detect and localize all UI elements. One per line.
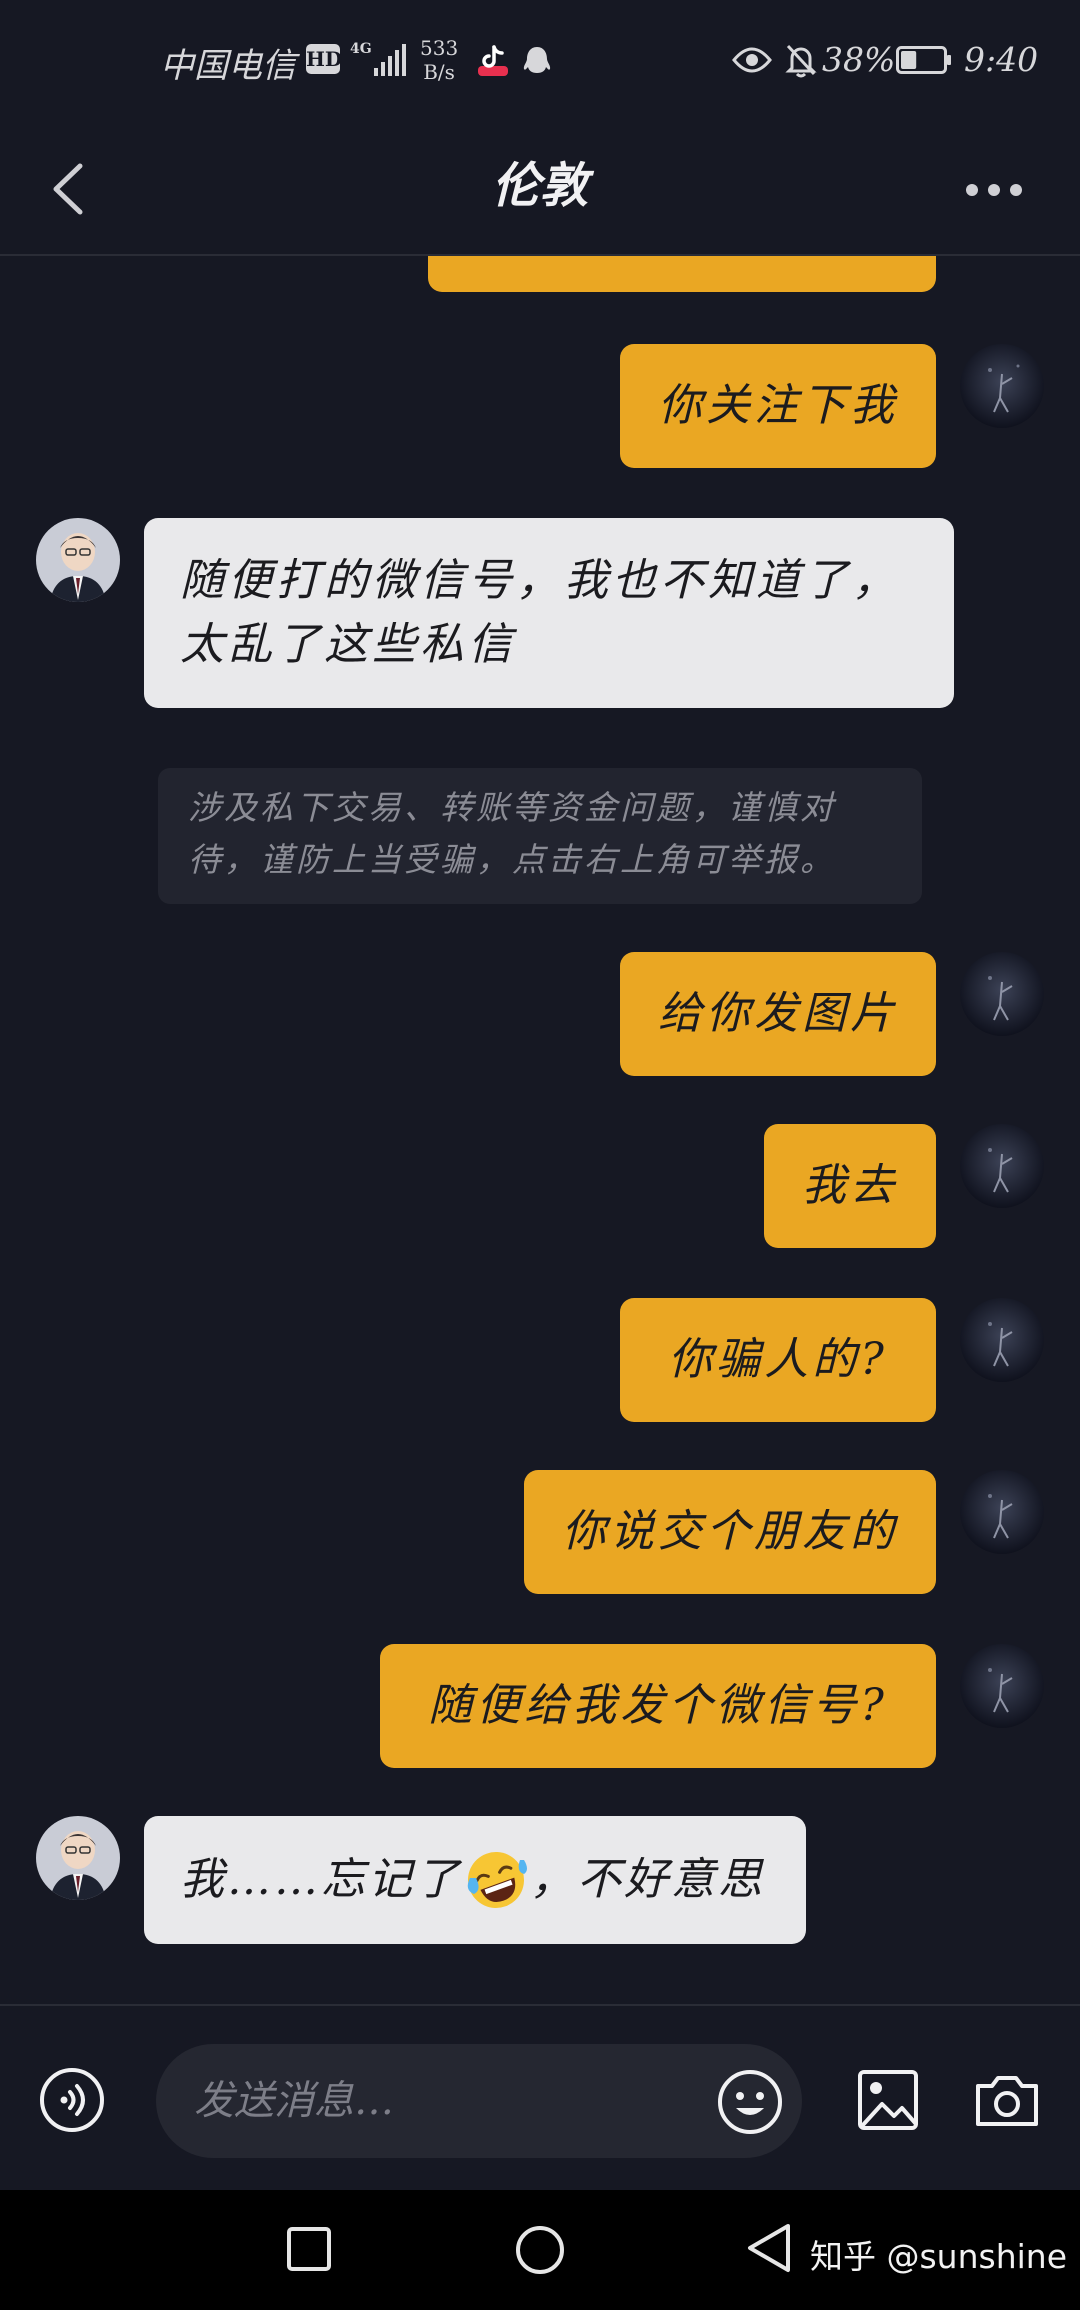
bell-off-icon [785, 44, 817, 78]
battery-percent: 38% [822, 40, 896, 79]
network-label: 4G [350, 41, 372, 57]
back-triangle-icon[interactable] [744, 2220, 796, 2276]
chat-title: 伦敦 [491, 158, 588, 214]
message-list[interactable]: 你关注下我 随便打的微信号，我也不知道了，太乱了这些私信 涉及私下交易、转账等资… [0, 256, 1080, 2004]
hd-badge: HD [306, 44, 342, 74]
message-text: 我去 [802, 1160, 898, 1211]
message-bubble-outgoing[interactable]: 你说交个朋友的 [524, 1470, 936, 1594]
message-text-before-emoji: 我……忘记了 [180, 1854, 462, 1905]
speed-unit: B/s [423, 60, 455, 84]
status-bar: 中国电信 HD 4G 533 B/s 38% 9:40 [0, 0, 1080, 120]
contact-avatar[interactable] [36, 518, 120, 602]
message-bubble-partial[interactable] [428, 256, 936, 292]
message-input[interactable] [156, 2044, 802, 2158]
system-nav-bar: 知乎 @sunshine [0, 2190, 1080, 2310]
message-text: 随便给我发个微信号? [428, 1680, 888, 1731]
watermark: 知乎 @sunshine [810, 2237, 1068, 2276]
rofl-emoji-icon [467, 1852, 527, 1908]
camera-icon[interactable] [972, 2068, 1042, 2132]
message-text: 你说交个朋友的 [562, 1506, 898, 1557]
more-icon[interactable] [962, 178, 1026, 202]
safety-notice[interactable]: 涉及私下交易、转账等资金问题，谨慎对待，谨防上当受骗，点击右上角可举报。 [158, 768, 922, 904]
battery-icon [896, 46, 951, 74]
my-avatar[interactable] [960, 1298, 1044, 1382]
image-icon[interactable] [856, 2068, 920, 2132]
message-bubble-outgoing[interactable]: 你骗人的? [620, 1298, 936, 1422]
network-speed: 533 B/s [420, 36, 458, 84]
message-text: 给你发图片 [658, 988, 898, 1039]
tiktok-icon [478, 45, 508, 76]
signal-icon [374, 44, 406, 76]
message-bubble-outgoing[interactable]: 你关注下我 [620, 344, 936, 468]
eye-icon [732, 47, 772, 73]
message-text: 随便打的微信号，我也不知道了，太乱了这些私信 [180, 555, 900, 670]
message-bubble-outgoing[interactable]: 随便给我发个微信号? [380, 1644, 936, 1768]
voice-icon[interactable] [38, 2066, 106, 2134]
emoji-icon[interactable] [716, 2068, 784, 2136]
my-avatar[interactable] [960, 1124, 1044, 1208]
my-avatar[interactable] [960, 952, 1044, 1036]
message-bubble-outgoing[interactable]: 给你发图片 [620, 952, 936, 1076]
my-avatar[interactable] [960, 1470, 1044, 1554]
my-avatar[interactable] [960, 1644, 1044, 1728]
message-text: 你骗人的? [668, 1334, 888, 1385]
contact-avatar[interactable] [36, 1816, 120, 1900]
input-bar [0, 2004, 1080, 2190]
message-bubble-incoming[interactable]: 随便打的微信号，我也不知道了，太乱了这些私信 [144, 518, 954, 708]
message-text-after-emoji: ，不好意思 [530, 1854, 765, 1905]
qq-icon [523, 47, 551, 73]
speed-value: 533 [420, 36, 459, 60]
carrier-label: 中国电信 [160, 46, 296, 86]
message-bubble-outgoing[interactable]: 我去 [764, 1124, 936, 1248]
recent-apps-icon[interactable] [286, 2226, 332, 2272]
my-avatar[interactable] [960, 344, 1044, 428]
clock: 9:40 [964, 40, 1039, 79]
chat-header: 伦敦 [0, 120, 1080, 256]
home-icon[interactable] [514, 2224, 566, 2276]
message-text: 你关注下我 [658, 380, 898, 431]
message-bubble-incoming[interactable]: 我……忘记了 ，不好意思 [144, 1816, 806, 1944]
